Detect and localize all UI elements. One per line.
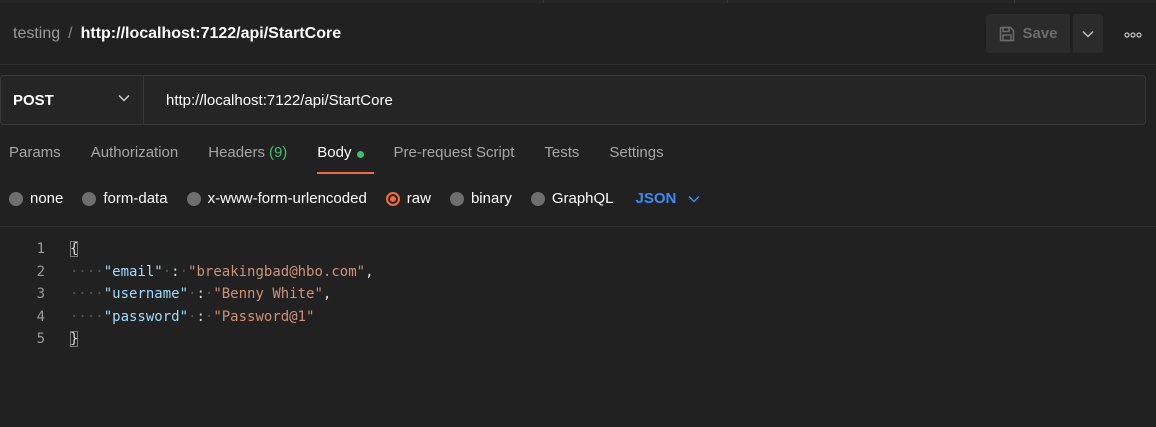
radio-label: form-data xyxy=(103,190,168,207)
save-button[interactable]: Save xyxy=(986,14,1070,53)
save-dropdown-button[interactable] xyxy=(1073,14,1103,53)
request-tabs: Params Authorization Headers (9) Body Pr… xyxy=(9,144,694,174)
tab-label: Body xyxy=(317,144,352,161)
url-input[interactable] xyxy=(144,76,1145,124)
more-horizontal-icon xyxy=(1124,32,1142,38)
json-key: "username" xyxy=(103,286,189,303)
json-value: "Password@1" xyxy=(213,308,315,325)
tab-tests[interactable]: Tests xyxy=(544,144,579,174)
radio-form-data[interactable]: form-data xyxy=(82,190,168,207)
radio-raw[interactable]: raw xyxy=(385,190,431,207)
json-key: "email" xyxy=(103,263,163,280)
code-content: ····"password"·:·"Password@1" xyxy=(70,308,315,325)
radio-label: GraphQL xyxy=(551,190,614,207)
line-number: 1 xyxy=(36,241,45,258)
json-comma: , xyxy=(365,263,374,280)
code-line: 4 ····"password"·:·"Password@1" xyxy=(0,306,1156,329)
code-line: 1 { xyxy=(0,238,1156,261)
save-group: Save xyxy=(986,14,1103,53)
radio-circle-selected xyxy=(385,191,400,206)
body-type-options: none form-data x-www-form-urlencoded raw… xyxy=(9,190,700,207)
radio-circle xyxy=(530,191,545,206)
body-modified-dot xyxy=(356,151,364,158)
chevron-down-icon xyxy=(688,195,700,203)
json-comma: , xyxy=(322,286,332,303)
radio-label: binary xyxy=(470,190,512,207)
line-number: 4 xyxy=(36,308,45,325)
code-content: ····"email"·:·"breakingbad@hbo.com", xyxy=(70,263,374,280)
active-tab-indicator xyxy=(317,172,374,174)
tab-pre-request-script[interactable]: Pre-request Script xyxy=(394,144,515,174)
breadcrumb-collection[interactable]: testing xyxy=(13,25,60,43)
radio-circle xyxy=(449,191,464,206)
tab-label: Params xyxy=(9,144,61,161)
tab-label: Headers xyxy=(208,144,265,161)
radio-circle xyxy=(9,191,23,206)
body-format-select[interactable]: JSON xyxy=(636,190,701,207)
request-editor: testing / http://localhost:7122/api/Star… xyxy=(0,0,1156,427)
tab-settings[interactable]: Settings xyxy=(609,144,663,174)
radio-graphql[interactable]: GraphQL xyxy=(530,190,614,207)
code-line: 2 ····"email"·:·"breakingbad@hbo.com", xyxy=(0,261,1156,284)
radio-x-www-form-urlencoded[interactable]: x-www-form-urlencoded xyxy=(186,190,367,207)
radio-binary[interactable]: binary xyxy=(449,190,512,207)
radio-none[interactable]: none xyxy=(9,190,63,207)
tab-label: Tests xyxy=(544,144,580,161)
breadcrumb: testing / http://localhost:7122/api/Star… xyxy=(13,25,341,43)
line-number: 2 xyxy=(36,263,45,280)
chevron-down-icon xyxy=(1082,30,1094,38)
open-brace: { xyxy=(70,241,79,258)
json-value: "breakingbad@hbo.com" xyxy=(188,263,366,280)
tab-params[interactable]: Params xyxy=(9,144,61,174)
method-select[interactable]: POST xyxy=(1,76,144,124)
tab-label: Pre-request Script xyxy=(393,144,515,161)
code-content: ····"username"·:·"Benny White", xyxy=(70,286,332,303)
body-format-label: JSON xyxy=(635,190,677,207)
radio-label: x-www-form-urlencoded xyxy=(207,190,367,207)
json-key: "password" xyxy=(103,308,189,325)
save-icon xyxy=(1000,26,1015,41)
more-options-button[interactable] xyxy=(1118,25,1148,45)
json-value: "Benny White" xyxy=(213,286,323,303)
request-header: testing / http://localhost:7122/api/Star… xyxy=(0,3,1156,65)
radio-circle xyxy=(186,191,201,206)
radio-label: none xyxy=(30,190,64,207)
radio-label: raw xyxy=(406,190,431,207)
close-brace: } xyxy=(70,331,79,348)
code-content: } xyxy=(70,331,79,348)
tab-headers[interactable]: Headers (9) xyxy=(208,144,287,174)
url-bar: POST xyxy=(0,75,1146,125)
save-label: Save xyxy=(1022,25,1058,42)
line-number: 5 xyxy=(36,331,45,348)
code-line: 3 ····"username"·:·"Benny White", xyxy=(0,283,1156,306)
tab-label: Settings xyxy=(609,144,664,161)
request-name[interactable]: http://localhost:7122/api/StartCore xyxy=(81,25,342,43)
code-content: { xyxy=(70,241,79,258)
tab-label: Authorization xyxy=(90,144,179,161)
chevron-down-icon xyxy=(118,94,130,102)
tab-body[interactable]: Body xyxy=(317,144,374,174)
radio-circle xyxy=(82,191,97,206)
tab-authorization[interactable]: Authorization xyxy=(91,144,179,174)
line-number: 3 xyxy=(36,286,45,303)
body-code-editor[interactable]: 1 { 2 ····"email"·:·"breakingbad@hbo.com… xyxy=(0,238,1156,351)
headers-count: (9) xyxy=(268,144,288,161)
section-divider xyxy=(0,226,1156,227)
code-line: 5 } xyxy=(0,328,1156,351)
breadcrumb-separator: / xyxy=(68,25,73,42)
method-label: POST xyxy=(13,91,54,109)
